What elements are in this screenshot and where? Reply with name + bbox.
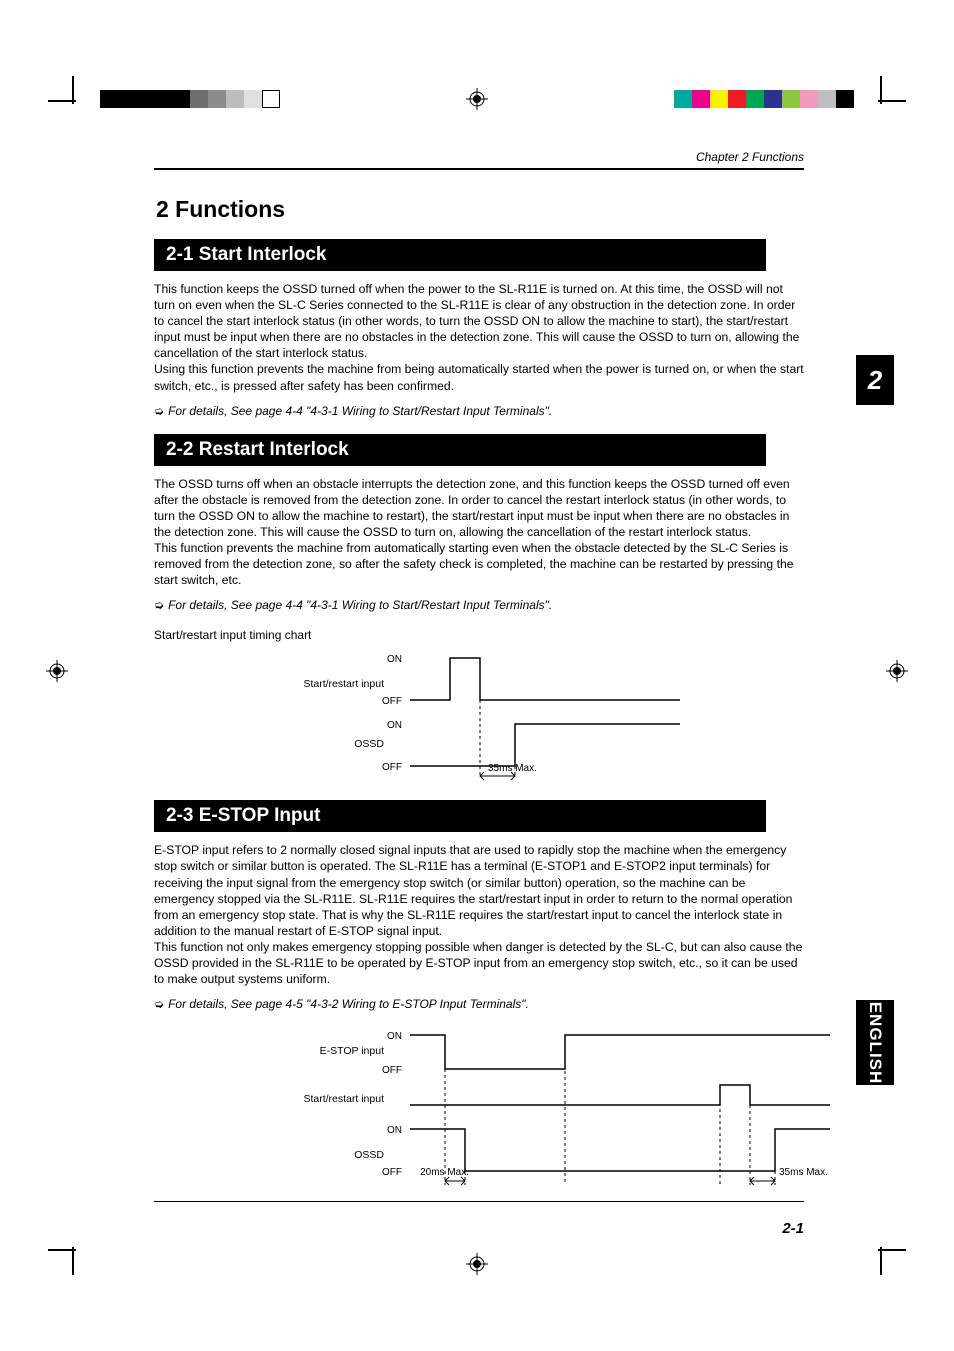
timing-chart-caption: Start/restart input timing chart [154,628,804,642]
section-ref-2-3: ➭For details, See page 4-5 "4-3-2 Wiring… [154,997,804,1011]
crop-mark [878,100,906,102]
level-on: ON [374,720,402,731]
signal-label-start-restart: Start/restart input [274,678,384,690]
registration-mark-icon [886,660,908,682]
page-content: Chapter 2 Functions 2 Functions 2-1 Star… [154,150,804,1237]
section-heading-2-1: 2-1 Start Interlock [154,239,766,271]
level-off: OFF [374,1167,402,1178]
timing-chart-2: E-STOP input Start/restart input OSSD ON… [154,1027,766,1197]
crop-mark [72,1247,74,1275]
ref-text: For details, See page 4-4 "4-3-1 Wiring … [168,404,552,418]
crop-mark [878,1249,906,1251]
level-off: OFF [374,762,402,773]
section-ref-2-2: ➭For details, See page 4-4 "4-3-1 Wiring… [154,598,804,612]
level-on: ON [374,654,402,665]
color-swatches-left [100,90,280,108]
section-heading-2-2: 2-2 Restart Interlock [154,434,766,466]
ref-text: For details, See page 4-5 "4-3-2 Wiring … [168,997,529,1011]
bottom-rule [154,1201,804,1202]
level-on: ON [374,1031,402,1042]
timing-annotation-35ms: 35ms Max. [488,763,548,774]
section-body-2-3: E-STOP input refers to 2 normally closed… [154,842,804,987]
section-body-2-1: This function keeps the OSSD turned off … [154,281,804,394]
section-ref-2-1: ➭For details, See page 4-4 "4-3-1 Wiring… [154,404,804,418]
timing-chart-1: Start/restart input OSSD ON OFF ON OFF 3… [154,648,766,788]
registration-mark-icon [46,660,68,682]
registration-mark-icon [466,88,488,110]
signal-label-ossd: OSSD [304,1149,384,1161]
chapter-title: 2 Functions [156,196,804,223]
page-number: 2-1 [154,1220,804,1237]
color-swatches-right [674,90,854,108]
section-body-2-2: The OSSD turns off when an obstacle inte… [154,476,804,589]
level-off: OFF [374,1065,402,1076]
timing-annotation-20ms: 20ms Max. [409,1167,469,1178]
header-rule [154,168,804,170]
language-label: ENGLISH [865,1001,885,1084]
running-header: Chapter 2 Functions [154,150,804,164]
level-off: OFF [374,696,402,707]
chapter-tab: 2 [856,355,894,405]
crop-mark [48,1249,76,1251]
level-on: ON [374,1125,402,1136]
section-heading-2-3: 2-3 E-STOP Input [154,800,766,832]
registration-mark-icon [466,1253,488,1275]
crop-mark [880,1247,882,1275]
signal-label-estop: E-STOP input [304,1045,384,1057]
crop-mark [48,100,76,102]
language-tab: ENGLISH [856,1000,894,1085]
ref-text: For details, See page 4-4 "4-3-1 Wiring … [168,598,552,612]
signal-label-start-restart: Start/restart input [274,1093,384,1105]
timing-annotation-35ms: 35ms Max. [779,1167,839,1178]
signal-label-ossd: OSSD [304,738,384,750]
